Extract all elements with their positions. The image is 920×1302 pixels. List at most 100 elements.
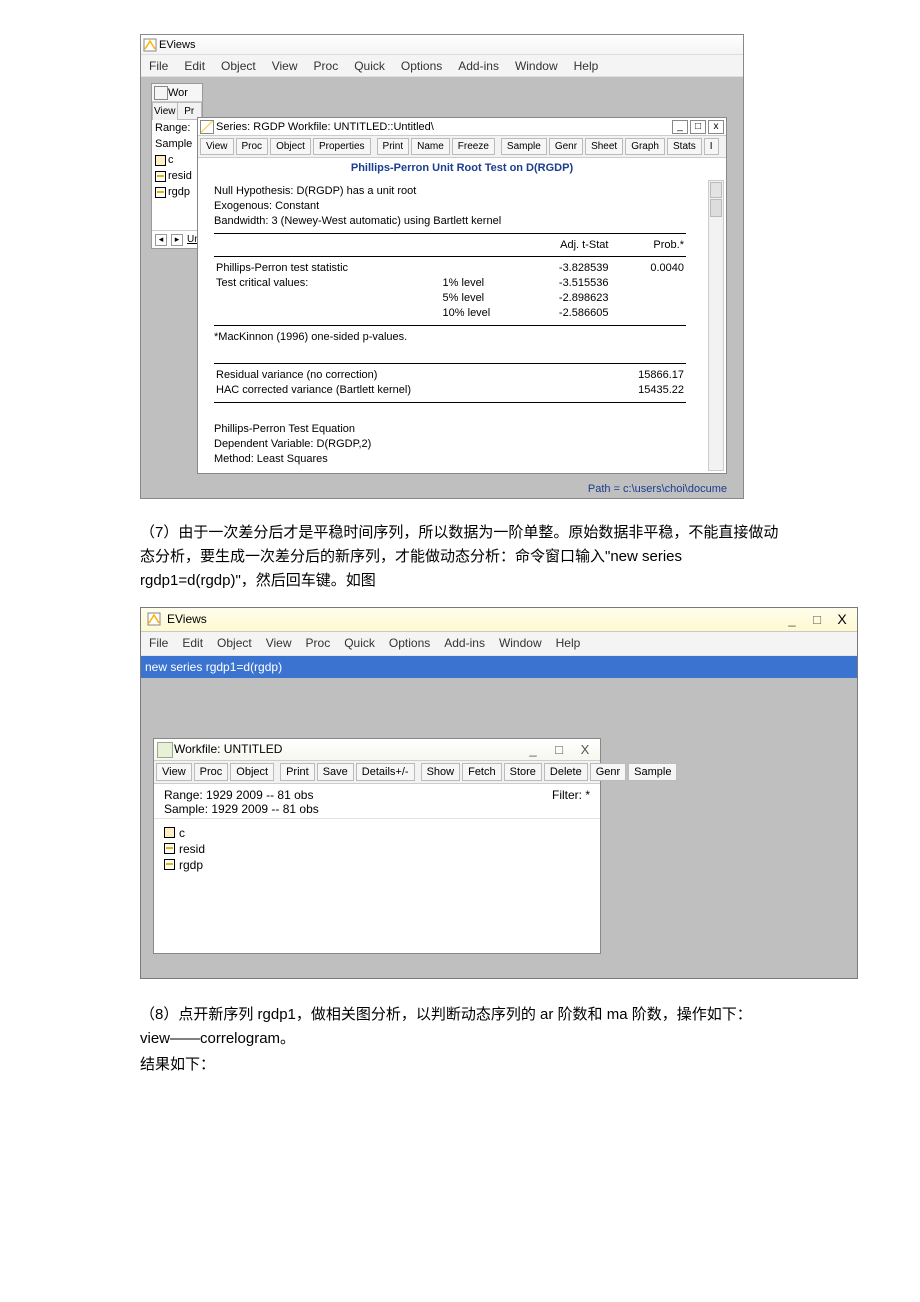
tb-fetch[interactable]: Fetch (462, 763, 502, 781)
maximize-button[interactable]: □ (548, 740, 570, 758)
tb-store[interactable]: Store (504, 763, 542, 781)
paragraph: （8）点开新序列 rgdp1，做相关图分析，以判断动态序列的 ar 阶数和 ma… (140, 1003, 780, 1051)
range-label: Range: (152, 120, 202, 136)
maximize-button[interactable]: □ (690, 120, 706, 134)
equation-line: Method: Least Squares (214, 452, 686, 467)
menu-options[interactable]: Options (401, 59, 442, 73)
status-bar: Path = c:\users\choi\docume (141, 480, 743, 498)
stat-header-table: Adj. t-StatProb.* (214, 238, 686, 253)
menu-edit[interactable]: Edit (184, 59, 205, 73)
menu-proc[interactable]: Proc (306, 636, 331, 650)
next-tab-icon[interactable]: ▸ (171, 234, 183, 246)
tb-sheet[interactable]: Sheet (585, 138, 623, 155)
tb-graph[interactable]: Graph (625, 138, 665, 155)
client-area: Wor ViewPr Range: Sample c resid rgdp ◂ … (141, 77, 743, 480)
menu-quick[interactable]: Quick (344, 636, 375, 650)
tb-details[interactable]: Details+/- (356, 763, 415, 781)
tb-name[interactable]: Name (411, 138, 450, 155)
minimize-button[interactable]: _ (781, 610, 803, 628)
menu-file[interactable]: File (149, 636, 168, 650)
test-output: Null Hypothesis: D(RGDP) has a unit root… (198, 178, 726, 473)
menu-object[interactable]: Object (221, 59, 256, 73)
tb-show[interactable]: Show (421, 763, 461, 781)
tb-freeze[interactable]: Freeze (452, 138, 495, 155)
divider (214, 402, 686, 403)
minimize-button[interactable]: _ (522, 740, 544, 758)
list-item[interactable]: rgdp (152, 184, 202, 200)
tb-view[interactable]: View (156, 763, 192, 781)
tb-sample[interactable]: Sample (628, 763, 677, 781)
minimize-button[interactable]: _ (672, 120, 688, 134)
eviews-icon (141, 36, 159, 54)
tb-sample[interactable]: Sample (501, 138, 547, 155)
eviews-window-1: EViews File Edit Object View Proc Quick … (140, 34, 744, 499)
sheet-tabs: ◂ ▸ Un (152, 230, 202, 248)
range-row: Range: 1929 2009 -- 81 obs Sample: 1929 … (154, 784, 600, 819)
tb-delete[interactable]: Delete (544, 763, 588, 781)
workfile-title: Workfile: UNTITLED (174, 742, 282, 756)
list-item[interactable]: c (164, 825, 590, 841)
list-item[interactable]: rgdp (164, 857, 590, 873)
series-icon (164, 843, 175, 854)
menu-addins[interactable]: Add-ins (458, 59, 499, 73)
sample-label: Sample (152, 136, 202, 152)
menu-window[interactable]: Window (515, 59, 558, 73)
menu-quick[interactable]: Quick (354, 59, 385, 73)
stat-table: Phillips-Perron test statistic-3.8285390… (214, 261, 686, 320)
close-button[interactable]: X (574, 740, 596, 758)
tb-object[interactable]: Object (230, 763, 274, 781)
test-title: Phillips-Perron Unit Root Test on D(RGDP… (198, 158, 726, 178)
tb-genr[interactable]: Genr (590, 763, 626, 781)
menu-options[interactable]: Options (389, 636, 430, 650)
tb-genr[interactable]: Genr (549, 138, 583, 155)
variance-table: Residual variance (no correction)15866.1… (214, 368, 686, 398)
hypothesis-line: Exogenous: Constant (214, 199, 686, 214)
menu-edit[interactable]: Edit (182, 636, 203, 650)
tb-ident[interactable]: I (704, 138, 719, 155)
tb-proc[interactable]: Proc (194, 763, 229, 781)
prev-tab-icon[interactable]: ◂ (155, 234, 167, 246)
equation-line: Phillips-Perron Test Equation (214, 422, 686, 437)
tb-properties[interactable]: Properties (313, 138, 371, 155)
tb-proc[interactable]: Proc (236, 138, 269, 155)
maximize-button[interactable]: □ (806, 610, 828, 628)
menu-proc[interactable]: Proc (314, 59, 339, 73)
menu-help[interactable]: Help (556, 636, 581, 650)
tb-print[interactable]: Print (377, 138, 410, 155)
series-toolbar: View Proc Object Properties Print Name F… (198, 136, 726, 158)
list-item[interactable]: c (152, 152, 202, 168)
scrollbar[interactable] (708, 180, 724, 471)
list-item[interactable]: resid (164, 841, 590, 857)
tb-view[interactable]: View (200, 138, 234, 155)
workfile-panel: Wor ViewPr Range: Sample c resid rgdp ◂ … (151, 83, 203, 249)
menu-object[interactable]: Object (217, 636, 252, 650)
series-title: Series: RGDP Workfile: UNTITLED::Untitle… (216, 121, 434, 133)
close-button[interactable]: X (831, 610, 853, 628)
hypothesis-line: Null Hypothesis: D(RGDP) has a unit root (214, 184, 686, 199)
hypothesis-line: Bandwidth: 3 (Newey-West automatic) usin… (214, 214, 686, 229)
tb-print[interactable]: Print (280, 763, 315, 781)
menubar: File Edit Object View Proc Quick Options… (141, 55, 743, 77)
app-title: EViews (167, 612, 781, 626)
menu-addins[interactable]: Add-ins (444, 636, 485, 650)
side-view-button[interactable]: View (152, 102, 177, 120)
menu-view[interactable]: View (266, 636, 292, 650)
coef-icon (155, 155, 166, 166)
spacer (152, 200, 202, 230)
coef-icon (164, 827, 175, 838)
menu-view[interactable]: View (272, 59, 298, 73)
tb-save[interactable]: Save (317, 763, 354, 781)
series-icon (155, 171, 166, 182)
command-input[interactable]: new series rgdp1=d(rgdp) (141, 656, 857, 678)
titlebar: EViews (141, 35, 743, 55)
menu-help[interactable]: Help (574, 59, 599, 73)
tb-stats[interactable]: Stats (667, 138, 702, 155)
eviews-icon (141, 612, 167, 626)
menu-file[interactable]: File (149, 59, 168, 73)
eviews-window-2: EViews _ □ X File Edit Object View Proc … (140, 607, 858, 979)
paragraph: 结果如下： (140, 1053, 780, 1077)
tb-object[interactable]: Object (270, 138, 311, 155)
close-button[interactable]: x (708, 120, 724, 134)
list-item[interactable]: resid (152, 168, 202, 184)
menu-window[interactable]: Window (499, 636, 542, 650)
